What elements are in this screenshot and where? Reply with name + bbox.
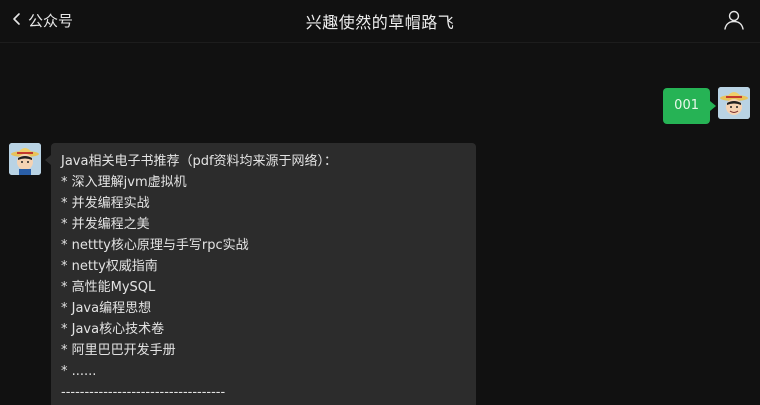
received-message-bubble[interactable]: Java相关电子书推荐（pdf资料均来源于网络）： * 深入理解jvm虚拟机 *…	[45, 143, 476, 405]
message-list[interactable]: 001 Java相关电子书推荐（pdf资料均来源于网络）： * 深入理解jvm虚…	[0, 44, 760, 405]
sender-avatar[interactable]	[9, 143, 41, 175]
message-line: * netty权威指南	[61, 259, 158, 274]
message-line: * 高性能MySQL	[61, 280, 156, 295]
message-line: * Java核心技术卷	[61, 322, 165, 337]
message-line: * 阿里巴巴开发手册	[61, 343, 176, 358]
straw-hat-avatar-icon	[9, 143, 41, 175]
message-line: * Java编程思想	[61, 301, 152, 316]
straw-hat-avatar-icon	[718, 87, 750, 119]
message-line: * 并发编程之美	[61, 217, 150, 232]
user-icon	[722, 10, 746, 36]
sent-message-text: 001	[674, 98, 699, 113]
top-bar: 公众号 兴趣使然的草帽路飞	[0, 0, 760, 43]
profile-button[interactable]	[722, 8, 746, 32]
message-line: -----------------------------------	[61, 385, 226, 400]
sent-message-bubble[interactable]: 001	[663, 88, 716, 124]
chat-window: 公众号 兴趣使然的草帽路飞 001 Java相关电子书推荐（pdf资料均来源于网…	[0, 0, 760, 405]
message-line: * ......	[61, 364, 97, 379]
message-line: * 并发编程实战	[61, 196, 150, 211]
message-line: * nettty核心原理与手写rpc实战	[61, 238, 249, 253]
message-line: Java相关电子书推荐（pdf资料均来源于网络）：	[61, 154, 338, 169]
self-avatar[interactable]	[718, 87, 750, 119]
page-title: 兴趣使然的草帽路飞	[305, 13, 455, 32]
message-line: * 深入理解jvm虚拟机	[61, 175, 187, 190]
